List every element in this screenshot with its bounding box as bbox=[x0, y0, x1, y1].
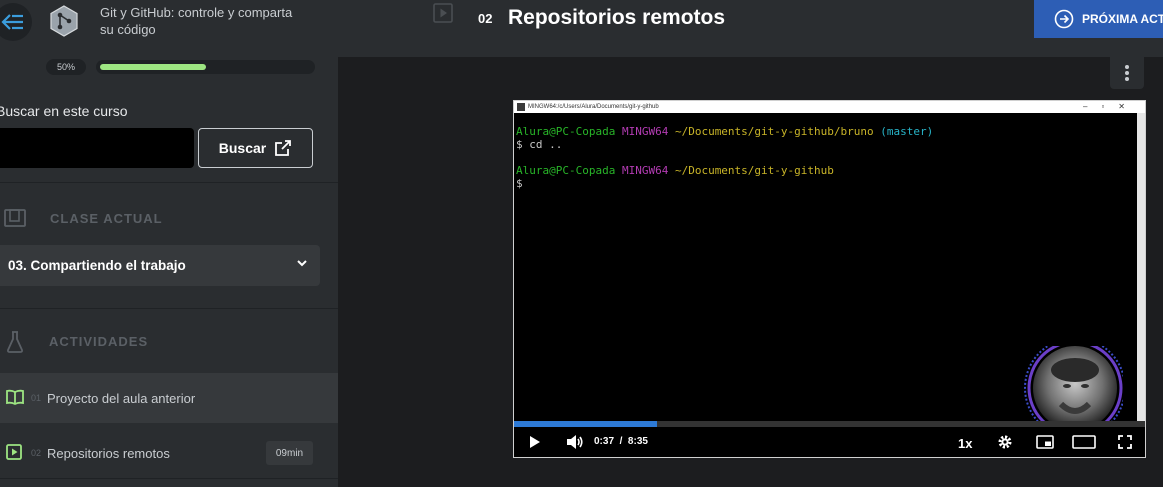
terminal-app-icon bbox=[517, 103, 525, 111]
terminal-output: Alura@PC-Copada MINGW64 ~/Documents/git-… bbox=[516, 125, 934, 190]
video-icon bbox=[6, 444, 22, 460]
sidebar-divider bbox=[0, 182, 338, 183]
course-title: Git y GitHub: controle y comparta su cód… bbox=[100, 5, 293, 37]
playback-time: 0:37 / 8:35 bbox=[594, 436, 648, 447]
course-player-page: Git y GitHub: controle y comparta su cód… bbox=[0, 0, 1163, 487]
lesson-title: Repositorios remotos bbox=[508, 6, 726, 29]
next-activity-label: PRÓXIMA ACT bbox=[1082, 12, 1163, 26]
lesson-video-icon bbox=[433, 3, 453, 23]
lesson-header: 02 Repositorios remotos PRÓXIMA ACT bbox=[338, 0, 1163, 57]
back-menu-button[interactable] bbox=[0, 3, 32, 41]
sidebar-divider bbox=[0, 478, 338, 479]
current-class-dropdown[interactable]: 03. Compartiendo el trabajo bbox=[0, 245, 320, 286]
sidebar: Git y GitHub: controle y comparta su cód… bbox=[0, 0, 338, 487]
book-outline-icon bbox=[4, 209, 26, 227]
activity-label: Proyecto del aula anterior bbox=[47, 390, 196, 406]
fullscreen-icon[interactable] bbox=[1118, 435, 1132, 449]
book-icon bbox=[6, 389, 24, 405]
terminal-window-title: MINGW64:/c/Users/Alura/Documents/git-y-g… bbox=[528, 104, 659, 110]
more-options-button[interactable] bbox=[1110, 57, 1144, 89]
total-duration: 8:35 bbox=[627, 436, 648, 447]
instructor-webcam-overlay bbox=[1024, 346, 1123, 430]
window-controls: –▫✕ bbox=[1083, 102, 1139, 111]
sidebar-divider bbox=[0, 308, 338, 309]
current-class-label: 03. Compartiendo el trabajo bbox=[8, 258, 186, 273]
play-icon[interactable] bbox=[529, 435, 541, 449]
chevron-down-icon bbox=[297, 260, 307, 267]
picture-in-picture-icon[interactable] bbox=[1036, 435, 1054, 449]
kebab-menu-icon bbox=[1125, 65, 1129, 81]
external-link-icon bbox=[275, 140, 292, 156]
activities-header: ACTIVIDADES bbox=[49, 334, 149, 349]
lesson-number: 02 bbox=[478, 11, 493, 26]
activity-item[interactable]: 01 Proyecto del aula anterior bbox=[0, 373, 338, 423]
course-progress-bar bbox=[96, 60, 315, 74]
time-separator: / bbox=[619, 436, 623, 447]
playback-speed-button[interactable]: 1x bbox=[958, 436, 972, 451]
search-input[interactable] bbox=[0, 128, 194, 168]
activity-item[interactable]: 02 Repositorios remotos 09min bbox=[0, 428, 338, 478]
back-arrow-icon bbox=[1, 14, 23, 30]
settings-gear-icon[interactable] bbox=[997, 434, 1013, 450]
progress-percent-badge: 50% bbox=[46, 59, 86, 75]
course-progress-fill bbox=[100, 64, 206, 70]
activity-label: Repositorios remotos bbox=[47, 445, 170, 461]
current-time: 0:37 bbox=[594, 436, 615, 447]
activity-number: 01 bbox=[31, 393, 42, 403]
terminal-scrollbar bbox=[1137, 113, 1145, 421]
search-button-label: Buscar bbox=[218, 140, 267, 156]
terminal-window-titlebar: MINGW64:/c/Users/Alura/Documents/git-y-g… bbox=[514, 101, 1145, 113]
player-controls: 0:37 / 8:35 1x bbox=[514, 427, 1145, 457]
video-player[interactable]: MINGW64:/c/Users/Alura/Documents/git-y-g… bbox=[513, 100, 1146, 458]
search-label: Buscar en este curso bbox=[0, 103, 128, 119]
theater-mode-icon[interactable] bbox=[1072, 435, 1096, 449]
activity-duration-badge: 09min bbox=[266, 441, 313, 465]
current-class-header: CLASE ACTUAL bbox=[50, 211, 163, 226]
next-activity-button[interactable]: PRÓXIMA ACT bbox=[1034, 0, 1163, 38]
git-course-logo-icon bbox=[50, 5, 78, 37]
activity-number: 02 bbox=[31, 448, 42, 458]
flask-icon bbox=[7, 331, 23, 353]
volume-icon[interactable] bbox=[566, 434, 584, 450]
arrow-right-circle-icon bbox=[1054, 9, 1074, 29]
search-button[interactable]: Buscar bbox=[198, 128, 313, 168]
